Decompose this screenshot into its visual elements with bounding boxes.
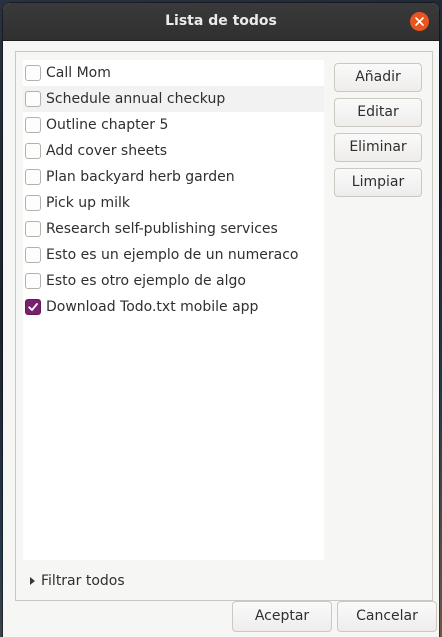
expander-arrow-icon [30,577,35,585]
todo-item[interactable]: Schedule annual checkup [23,86,324,112]
todo-checkbox[interactable] [25,273,41,289]
todo-checkbox[interactable] [25,65,41,81]
todo-item[interactable]: Plan backyard herb garden [23,164,324,190]
clear-button[interactable]: Limpiar [334,168,422,197]
close-button[interactable] [410,12,429,31]
todo-item[interactable]: Pick up milk [23,190,324,216]
todo-list-dialog: Lista de todos Call Mom Schedule annual … [3,3,439,637]
todo-list: Call Mom Schedule annual checkup Outline… [23,60,324,560]
todo-label: Pick up milk [46,195,131,211]
todo-item[interactable]: Outline chapter 5 [23,112,324,138]
content-frame: Call Mom Schedule annual checkup Outline… [15,51,433,601]
todo-label: Add cover sheets [46,143,168,159]
todo-item[interactable]: Call Mom [23,60,324,86]
todo-checkbox-checked[interactable] [25,299,41,315]
window-title: Lista de todos [165,13,277,29]
filter-label: Filtrar todos [41,573,125,589]
delete-button[interactable]: Eliminar [334,133,422,162]
todo-checkbox[interactable] [25,221,41,237]
add-button[interactable]: Añadir [334,63,422,92]
todo-label: Schedule annual checkup [46,91,226,107]
todo-label: Research self-publishing services [46,221,278,237]
accept-button[interactable]: Aceptar [232,601,332,632]
edit-button[interactable]: Editar [334,98,422,127]
todo-item[interactable]: Research self-publishing services [23,216,324,242]
close-icon [415,17,424,26]
todo-label: Esto es otro ejemplo de algo [46,273,246,289]
todo-checkbox[interactable] [25,117,41,133]
todo-item[interactable]: Add cover sheets [23,138,324,164]
todo-checkbox[interactable] [25,91,41,107]
checkmark-icon [28,303,38,311]
todo-checkbox[interactable] [25,195,41,211]
todo-checkbox[interactable] [25,247,41,263]
todo-item[interactable]: Esto es un ejemplo de un numeraco [23,242,324,268]
todo-label: Call Mom [46,65,111,81]
todo-item[interactable]: Download Todo.txt mobile app [23,294,324,320]
todo-checkbox[interactable] [25,169,41,185]
todo-checkbox[interactable] [25,143,41,159]
todo-label: Outline chapter 5 [46,117,169,133]
title-bar: Lista de todos [3,3,439,41]
todo-item[interactable]: Esto es otro ejemplo de algo [23,268,324,294]
cancel-button[interactable]: Cancelar [337,601,437,632]
todo-label: Esto es un ejemplo de un numeraco [46,247,299,263]
todo-label: Plan backyard herb garden [46,169,235,185]
filter-expander[interactable]: Filtrar todos [30,572,125,590]
todo-label: Download Todo.txt mobile app [46,299,259,315]
